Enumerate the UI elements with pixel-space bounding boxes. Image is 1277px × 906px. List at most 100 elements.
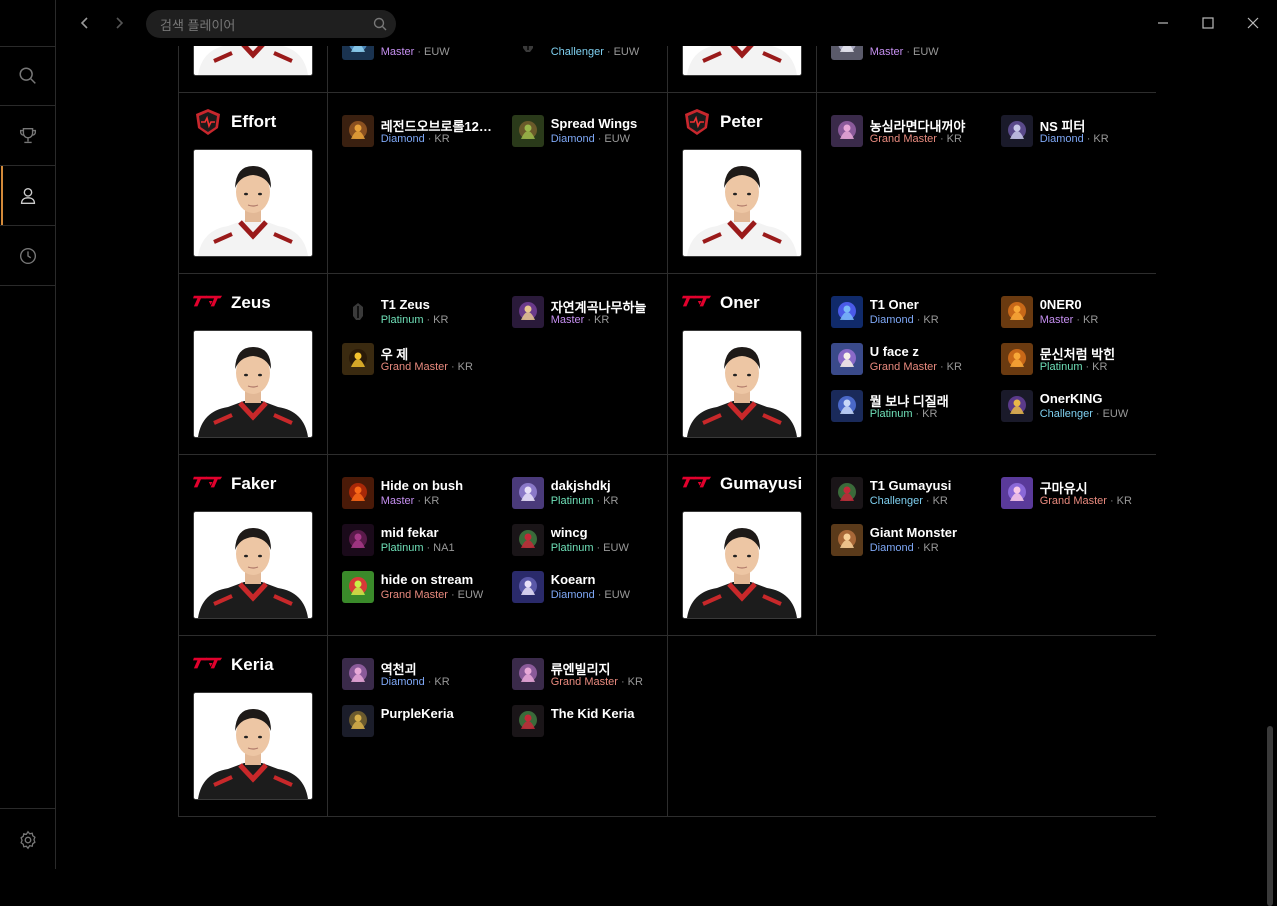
account-item[interactable]: Spread Wings Diamond · EUW: [498, 93, 668, 147]
account-item[interactable]: NS 피터 Diamond · KR: [987, 93, 1156, 147]
account-name: Hide on bush: [380, 478, 464, 493]
sidebar-item-search[interactable]: [0, 46, 55, 106]
account-item[interactable]: T1 Zeus Platinum · KR: [328, 274, 498, 328]
account-item[interactable]: The Kid Keria: [498, 683, 668, 737]
account-item[interactable]: 자연계곡나무하늘 Master · KR: [498, 274, 668, 328]
player-name[interactable]: Effort: [231, 112, 276, 132]
account-item[interactable]: 농심라면다내꺼야 Grand Master · KR: [817, 93, 987, 147]
separator-dot: ·: [606, 46, 611, 58]
player-card-ghost[interactable]: Ghost푸쉬앞무빙선턴맨Platinum·KRGInGenBuChalleng…: [668, 46, 1156, 92]
sidebar-item-history[interactable]: [0, 226, 55, 286]
sidebar-item-settings[interactable]: [0, 808, 55, 870]
account-item[interactable]: OnerKING Challenger · EUW: [987, 368, 1156, 422]
gear-icon: [19, 830, 36, 849]
account-item[interactable]: hide on stream Grand Master · EUW: [328, 549, 498, 603]
account-item[interactable]: 뭘 보냐 디질래 Platinum · KR: [817, 368, 987, 422]
separator-dot: ·: [1095, 408, 1100, 420]
account-item[interactable]: 역천괴 Diamond · KR: [328, 636, 498, 690]
player-info: Zeus: [179, 274, 328, 454]
player-card-zeus[interactable]: Zeus T1 Zeus Platinum · KR 자연계곡나무하늘 Master · KR 우…: [178, 274, 668, 454]
separator-dot: ·: [417, 46, 421, 58]
player-name[interactable]: Gumayusi: [720, 474, 802, 494]
close-button[interactable]: [1242, 12, 1264, 34]
account-meta: Master · KR: [551, 314, 610, 326]
player-card-bdd[interactable]: Bdd기차나나나나Challenger·KR류병준입니다Platinum·KRg…: [178, 46, 668, 92]
player-photo: [193, 149, 313, 257]
topbar: [56, 0, 1277, 46]
profile-icon: [830, 46, 863, 60]
tier-label: Grand Master: [380, 589, 448, 601]
player-row: Faker Hide on bush Master · KR dakjshdkj Plati…: [178, 455, 1156, 636]
account-item[interactable]: Hide on bush Master · KR: [328, 455, 498, 509]
player-name[interactable]: Zeus: [231, 293, 271, 313]
player-name[interactable]: Peter: [720, 112, 763, 132]
sidebar-item-players[interactable]: [0, 166, 55, 226]
account-meta: Diamond · KR: [1040, 133, 1109, 145]
player-photo: [682, 330, 802, 438]
maximize-button[interactable]: [1197, 12, 1219, 34]
player-name[interactable]: Oner: [720, 293, 760, 313]
sidebar: [0, 0, 56, 869]
account-item[interactable]: mid fekar Platinum · NA1: [328, 502, 498, 556]
separator-dot: ·: [597, 133, 602, 145]
player-info: Faker: [179, 455, 328, 635]
sidebar-item-trophy[interactable]: [0, 106, 55, 166]
separator-dot: ·: [915, 408, 920, 420]
chevron-left-icon: [80, 17, 88, 29]
account-item[interactable]: 문신처럼 박힌 Platinum · KR: [987, 321, 1156, 375]
player-info: Keria: [179, 636, 328, 816]
tier-label: Master: [550, 314, 585, 326]
account-item[interactable]: U face z Grand Master · KR: [817, 321, 987, 375]
account-name: Koearn: [550, 572, 596, 587]
player-card-effort[interactable]: Effort 레전드오브로롤1244 Diamond · KR Spread Wings D…: [178, 93, 668, 273]
player-card-keria[interactable]: Keria 역천괴 Diamond · KR 류엔빌리지 Grand Master · KR Pu…: [178, 636, 668, 816]
search-input[interactable]: [158, 10, 362, 40]
back-button[interactable]: [74, 12, 96, 34]
account-item[interactable]: T1 Oner Diamond · KR: [817, 274, 987, 328]
minimize-icon: [1158, 22, 1168, 24]
search-icon[interactable]: [372, 16, 388, 32]
separator-dot: ·: [597, 589, 602, 601]
player-card-oner[interactable]: Oner T1 Oner Diamond · KR 0NER0 Master · KR U fac…: [668, 274, 1156, 454]
account-item[interactable]: 0NER0 Master · KR: [987, 274, 1156, 328]
account-name: T1 Gumayusi: [869, 478, 952, 493]
account-meta: Challenger · EUW: [551, 46, 640, 58]
account-item[interactable]: PurpleKeria: [328, 683, 498, 737]
profile-icon: [341, 115, 374, 147]
account-item[interactable]: Giant Monster Diamond · KR: [817, 502, 987, 556]
player-card-faker[interactable]: Faker Hide on bush Master · KR dakjshdkj Plati…: [178, 455, 668, 635]
account-item[interactable]: wincg Platinum · EUW: [498, 502, 668, 556]
trophy-icon: [19, 127, 36, 143]
team-logo-icon: [195, 108, 221, 136]
player-name[interactable]: Faker: [231, 474, 276, 494]
account-item[interactable]: T1 Gumayusi Challenger · KR: [817, 455, 987, 509]
minimize-button[interactable]: [1152, 12, 1174, 34]
account-list: Hide on bush Master · KR dakjshdkj Platinum · K…: [328, 455, 667, 635]
scrollbar[interactable]: [1267, 46, 1273, 906]
account-name: Giant Monster: [869, 525, 958, 540]
player-info: Gumayusi: [668, 455, 817, 635]
account-item[interactable]: Koearn Diamond · EUW: [498, 549, 668, 603]
player-card-gumayusi[interactable]: Gumayusi T1 Gumayusi Challenger · KR 구마유시 Gran…: [668, 455, 1156, 635]
player-card-peter[interactable]: Peter 농심라면다내꺼야 Grand Master · KR NS 피터 Diamond…: [668, 93, 1156, 273]
player-info: Peter: [668, 93, 817, 273]
separator-dot: ·: [450, 589, 455, 601]
player-name[interactable]: Keria: [231, 655, 274, 675]
forward-button[interactable]: [108, 12, 130, 34]
account-item[interactable]: 구마유시 Grand Master · KR: [987, 455, 1156, 509]
player-info: Effort: [179, 93, 328, 273]
tier-label: Diamond: [869, 542, 914, 554]
account-meta: Diamond · EUW: [551, 133, 630, 145]
region-label: EUW: [457, 589, 484, 601]
account-name: hide on stream: [380, 572, 474, 587]
account-item[interactable]: 레전드오브로롤1244 Diamond · KR: [328, 93, 498, 147]
account-item[interactable]: dakjshdkj Platinum · KR: [498, 455, 668, 509]
account-meta: Master · EUW: [870, 46, 939, 58]
profile-icon: [830, 524, 863, 556]
account-item[interactable]: 우 제 Grand Master · KR: [328, 321, 498, 375]
account-list: 푸쉬앞무빙선턴맨Platinum·KRGInGenBuChallenger·KR…: [817, 46, 1156, 92]
scroll-thumb[interactable]: [1267, 726, 1273, 906]
account-item[interactable]: 류엔빌리지 Grand Master · KR: [498, 636, 668, 690]
player-info: Bdd: [179, 46, 328, 92]
player-row: Keria 역천괴 Diamond · KR 류엔빌리지 Grand Master · KR Pu…: [178, 636, 1156, 817]
